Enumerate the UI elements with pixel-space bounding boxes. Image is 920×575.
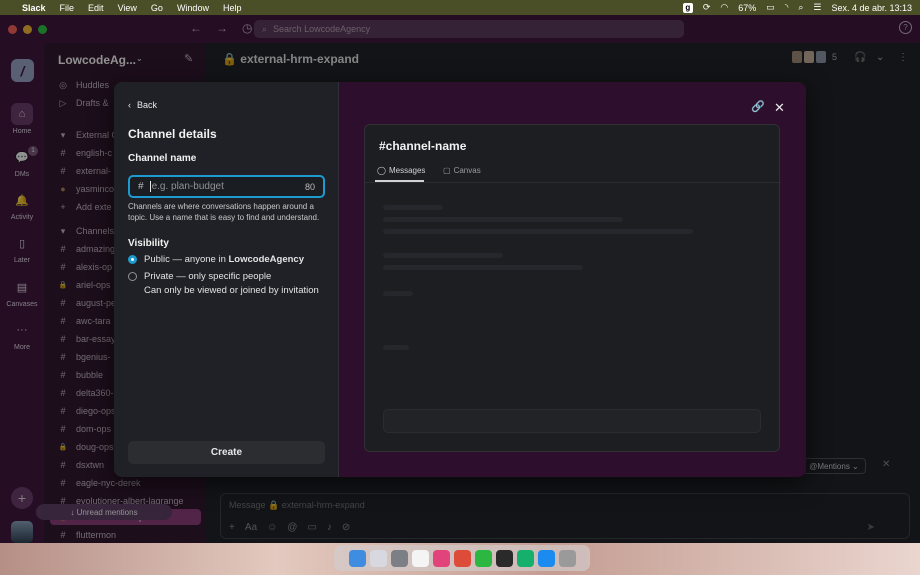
- menu-file[interactable]: File: [60, 3, 75, 13]
- channel-preview: #channel-name ◯ Messages ▢ Canvas: [364, 124, 781, 452]
- close-icon[interactable]: ✕: [774, 100, 785, 116]
- wifi-icon[interactable]: ◝: [785, 2, 789, 13]
- sync-icon[interactable]: ⟳: [703, 2, 711, 13]
- copy-link-icon[interactable]: 🔗: [751, 100, 765, 113]
- preview-composer: [383, 409, 761, 433]
- menu-view[interactable]: View: [118, 3, 137, 13]
- visibility-public-option[interactable]: Public — anyone in LowcodeAgency: [128, 254, 304, 265]
- menu-help[interactable]: Help: [223, 3, 242, 13]
- trash-icon[interactable]: [558, 549, 576, 567]
- macos-menubar: Slack File Edit View Go Window Help g ⟳ …: [0, 0, 920, 15]
- grammarly-app-icon[interactable]: [516, 549, 534, 567]
- preview-tab-canvas: ▢ Canvas: [443, 166, 481, 175]
- menu-window[interactable]: Window: [177, 3, 209, 13]
- preview-divider: [365, 182, 781, 183]
- public-org: LowcodeAgency: [228, 254, 305, 265]
- slack-app-icon[interactable]: [432, 549, 450, 567]
- preview-tab-label: Messages: [388, 166, 426, 175]
- channel-name-input[interactable]: [149, 181, 305, 192]
- public-radio[interactable]: [128, 255, 137, 264]
- activity-monitor-icon[interactable]: [495, 549, 513, 567]
- skeleton-line: [383, 253, 503, 258]
- whatsapp-icon[interactable]: [474, 549, 492, 567]
- modal-title: Channel details: [128, 127, 217, 141]
- private-radio[interactable]: [128, 272, 137, 281]
- public-text: Public — anyone in: [144, 254, 229, 265]
- skeleton-line: [383, 229, 693, 234]
- preview-tab-messages: ◯ Messages: [377, 166, 425, 175]
- back-button[interactable]: ‹ Back: [128, 100, 157, 110]
- channel-name-help: Channels are where conversations happen …: [128, 202, 320, 222]
- spotlight-icon[interactable]: ⌕: [798, 2, 803, 13]
- channel-details-pane: ‹ Back Channel details Channel name # 80…: [114, 82, 339, 477]
- channel-name-label: Channel name: [128, 153, 197, 164]
- app-store-icon[interactable]: [537, 549, 555, 567]
- headphones-status-icon[interactable]: ◠: [720, 2, 728, 13]
- chevron-left-icon: ‹: [128, 100, 131, 110]
- calendar-icon[interactable]: [411, 549, 429, 567]
- menubar-status-area: g ⟳ ◠ 67% ▭ ◝ ⌕ ☰ Sex. 4 de abr. 13:13: [682, 2, 912, 13]
- battery-percent: 67%: [738, 2, 757, 13]
- system-settings-icon[interactable]: [390, 549, 408, 567]
- visibility-label: Visibility: [128, 238, 169, 249]
- preview-tab-label: Canvas: [453, 166, 481, 175]
- skeleton-line: [383, 345, 409, 350]
- channel-name-field[interactable]: # 80: [128, 175, 325, 198]
- back-label: Back: [137, 100, 158, 110]
- menu-app-name[interactable]: Slack: [22, 3, 46, 13]
- macos-dock: [334, 545, 590, 571]
- launchpad-icon[interactable]: [369, 549, 387, 567]
- skeleton-line: [383, 265, 583, 270]
- visibility-private-option[interactable]: Private — only specific people: [128, 271, 271, 282]
- grammarly-icon[interactable]: g: [682, 2, 693, 13]
- skeleton-line: [383, 291, 413, 296]
- battery-icon[interactable]: ▭: [766, 2, 775, 13]
- finder-icon[interactable]: [348, 549, 366, 567]
- create-channel-modal: ‹ Back Channel details Channel name # 80…: [114, 82, 806, 477]
- public-option-text: Public — anyone in LowcodeAgency: [144, 254, 304, 265]
- skeleton-line: [383, 205, 443, 210]
- message-bubble-icon: ◯: [377, 166, 386, 175]
- clock[interactable]: Sex. 4 de abr. 13:13: [831, 3, 912, 13]
- skeleton-line: [383, 217, 623, 222]
- private-option-text: Private — only specific people: [144, 271, 272, 282]
- menu-edit[interactable]: Edit: [88, 3, 104, 13]
- menu-go[interactable]: Go: [151, 3, 163, 13]
- canvas-icon: ▢: [443, 166, 451, 175]
- preview-channel-name: #channel-name: [379, 139, 467, 153]
- hash-icon: #: [138, 181, 144, 192]
- char-count: 80: [304, 181, 315, 192]
- create-button[interactable]: Create: [128, 441, 325, 464]
- control-center-icon[interactable]: ☰: [813, 2, 821, 13]
- chrome-icon[interactable]: [453, 549, 471, 567]
- private-option-subtext: Can only be viewed or joined by invitati…: [144, 285, 319, 296]
